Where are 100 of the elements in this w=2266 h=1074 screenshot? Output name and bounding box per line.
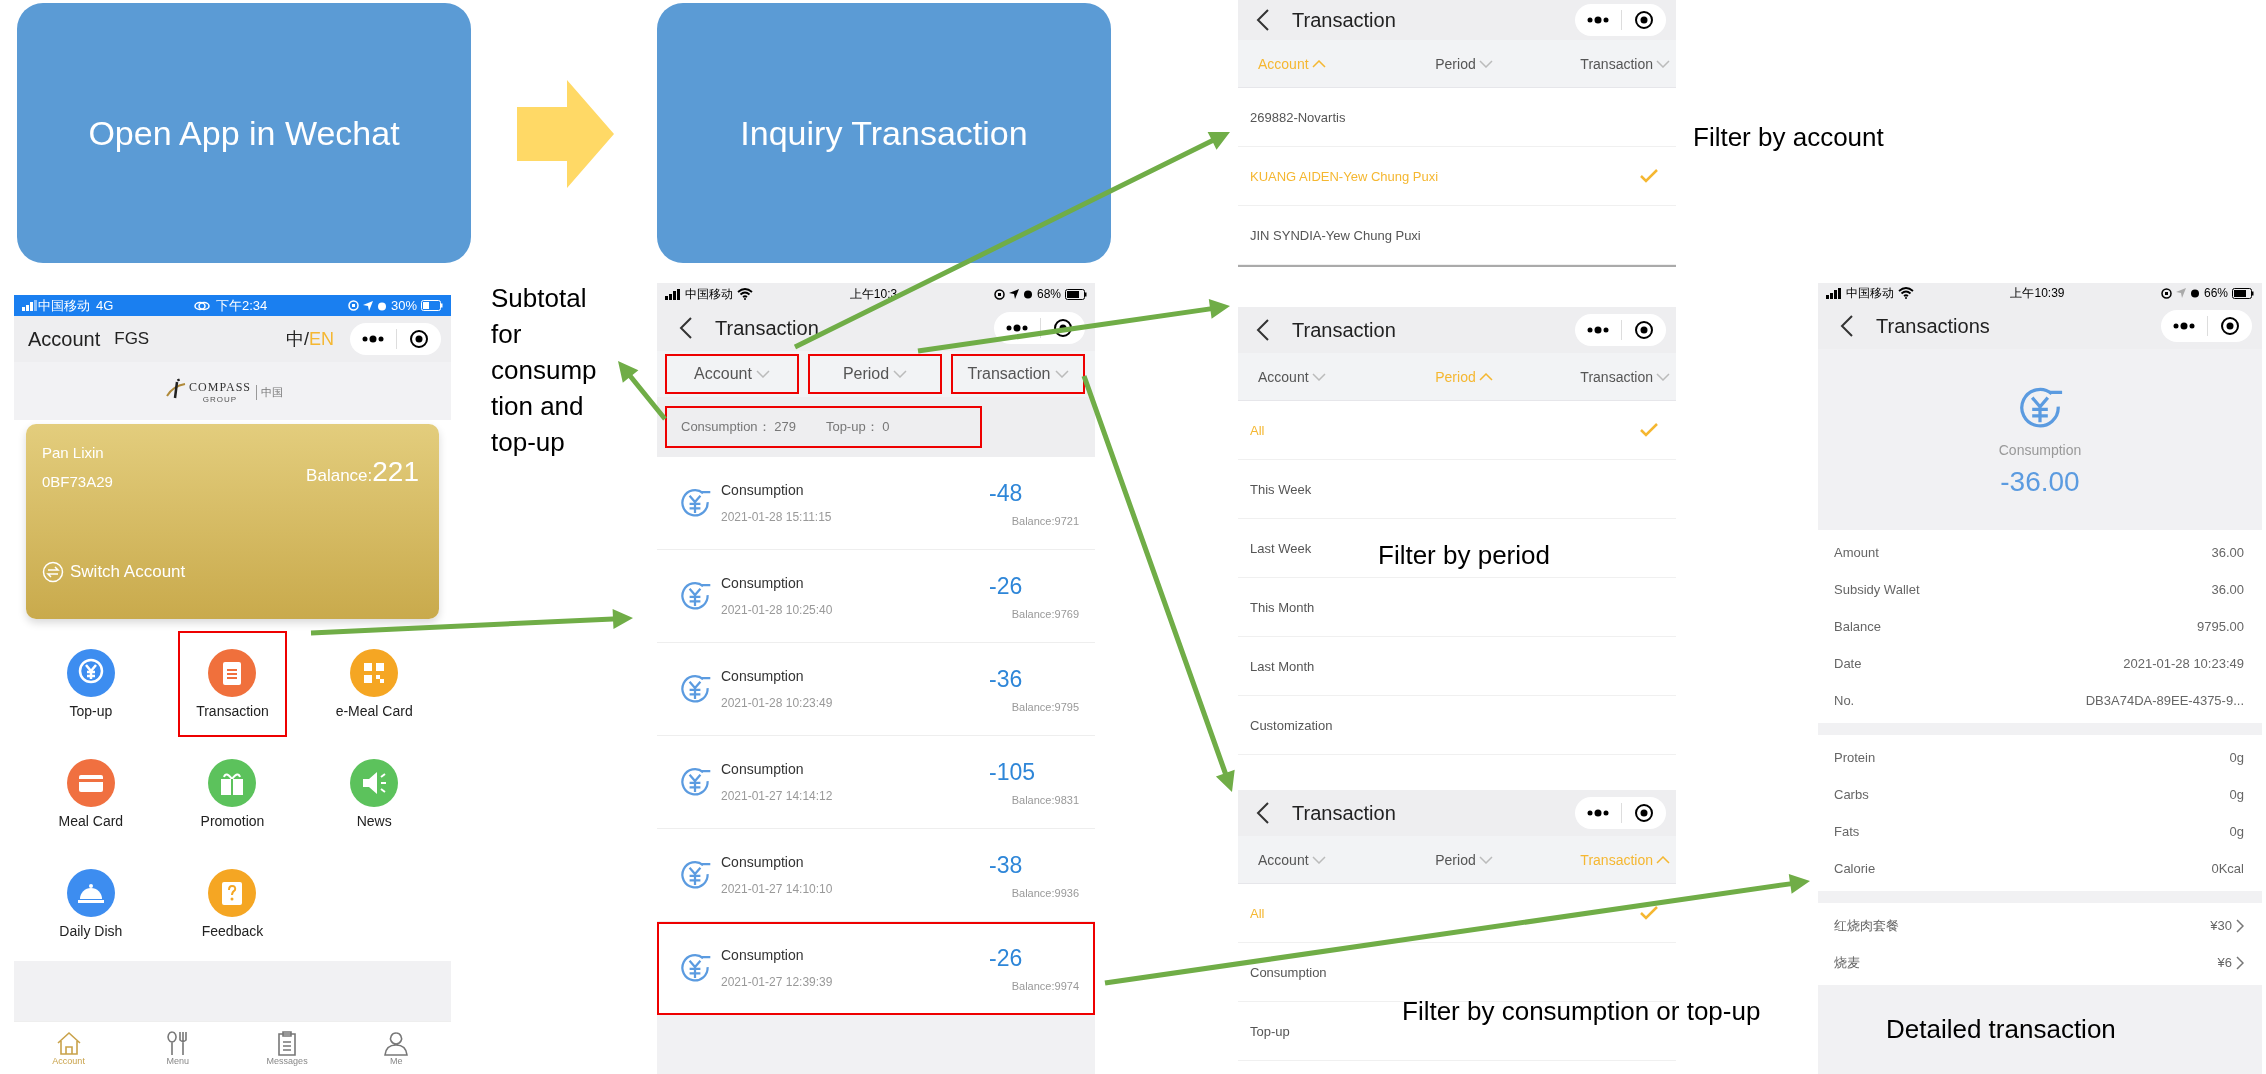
transaction-row[interactable]: Consumption 2021-01-28 10:23:49 -36 Balance:9795 (657, 643, 1095, 736)
feature-shortcut[interactable]: Meal Card (36, 741, 146, 847)
transaction-row[interactable]: Consumption 2021-01-28 15:11:15 -48 Balance:9721 (657, 457, 1095, 550)
person-icon (382, 1030, 411, 1056)
tab-bar-item[interactable]: Menu (123, 1022, 233, 1074)
alarm-icon (2189, 288, 2200, 298)
filter-tab[interactable]: Account (665, 354, 799, 394)
more-icon[interactable] (2173, 322, 2195, 330)
filter-tab[interactable]: Transaction (1532, 368, 1670, 385)
more-icon[interactable] (1006, 324, 1028, 332)
question-icon (208, 869, 257, 917)
more-icon[interactable] (1587, 326, 1609, 334)
filter-option[interactable]: This Week (1250, 481, 1312, 497)
back-icon[interactable] (679, 317, 693, 339)
transaction-row[interactable]: Consumption 2021-01-28 10:25:40 -26 Balance:9769 (657, 550, 1095, 643)
transaction-row[interactable]: Consumption 2021-01-27 12:39:39 -26 Balance:9974 (657, 922, 1095, 1015)
filter-tab[interactable]: Period (1395, 851, 1533, 868)
annotation-text: Filter by consumption or top-up (1402, 996, 1761, 1027)
more-icon[interactable] (1587, 809, 1609, 817)
tab-bar-item[interactable]: Me (341, 1022, 451, 1074)
alarm-icon (376, 300, 387, 311)
more-icon[interactable] (1587, 16, 1609, 24)
filter-tab[interactable]: Account (1258, 368, 1396, 385)
filter-tab[interactable]: Transaction (951, 354, 1085, 394)
battery-text: 30% (390, 298, 417, 313)
feature-shortcut[interactable]: News (319, 741, 429, 847)
transaction-type: Consumption (721, 947, 805, 963)
transaction-type: Consumption (721, 761, 805, 777)
feature-shortcut[interactable]: Transaction (177, 631, 288, 737)
annotation-text: Filter by account (1693, 122, 1884, 153)
feature-shortcut[interactable]: e-Meal Card (319, 631, 429, 737)
nutrition-label: Fats (1834, 824, 1860, 839)
filter-tab[interactable]: Transaction (1532, 55, 1670, 72)
feature-shortcut[interactable]: Promotion (177, 741, 288, 847)
nutrition-label: Calorie (1834, 861, 1876, 876)
page-title: Transaction (715, 316, 819, 340)
more-icon[interactable] (362, 335, 384, 343)
dish-price: ¥6 (2217, 955, 2232, 970)
annotation-text: Filter by period (1378, 540, 1550, 571)
transaction-amount: -26 (989, 944, 1023, 972)
location-icon (362, 300, 373, 311)
filter-option[interactable]: This Month (1250, 599, 1315, 615)
battery-text: 68% (1037, 287, 1061, 301)
chevron-down-icon (1054, 370, 1069, 378)
battery-icon (421, 300, 443, 311)
filter-option[interactable]: Last Month (1250, 658, 1315, 674)
back-icon[interactable] (1256, 9, 1270, 31)
back-icon[interactable] (1256, 319, 1270, 341)
transaction-type: Consumption (721, 482, 805, 498)
clock-text: 下午2:34 (216, 296, 268, 315)
consumption-subtotal: Consumption： 279 (681, 418, 796, 436)
card-number: 0BF73A29 (42, 473, 114, 490)
signal-icon (665, 288, 681, 300)
filter-tab[interactable]: Account (1258, 851, 1396, 868)
transaction-amount: -26 (989, 572, 1023, 600)
transaction-row[interactable]: Consumption 2021-01-27 14:10:10 -38 Balance:9936 (657, 829, 1095, 922)
carrier-text: 中国移动 (1846, 284, 1894, 302)
filter-option[interactable]: JIN SYNDIA-Yew Chung Puxi (1250, 227, 1421, 243)
switch-icon (42, 561, 64, 583)
filter-option[interactable]: Consumption (1250, 964, 1327, 980)
target-icon[interactable] (409, 329, 429, 349)
filter-option[interactable]: Last Week (1250, 540, 1312, 556)
target-icon[interactable] (1634, 320, 1654, 340)
chevron-down-icon (1656, 372, 1670, 381)
transaction-date: 2021-01-28 10:23:49 (721, 696, 833, 710)
filter-option[interactable]: Customization (1250, 717, 1333, 733)
feature-shortcut[interactable]: Feedback (177, 851, 288, 957)
balance-text: Balance:9769 (1011, 607, 1079, 620)
card-icon (66, 759, 115, 807)
nutrition-value: 0Kcal (2211, 861, 2244, 876)
filter-tab[interactable]: Period (1395, 55, 1533, 72)
back-icon[interactable] (1840, 315, 1854, 337)
tab-bar-item[interactable]: Messages (232, 1022, 342, 1074)
transaction-row[interactable]: Consumption 2021-01-27 14:14:12 -105 Balance:9831 (657, 736, 1095, 829)
chevron-up-icon (1311, 59, 1326, 68)
balance-text: Balance:9974 (1011, 979, 1079, 992)
dish-name: 红烧肉套餐 (1834, 916, 1899, 935)
target-icon[interactable] (2220, 316, 2240, 336)
speaker-icon (350, 759, 399, 807)
back-icon[interactable] (1256, 802, 1270, 824)
chevron-down-icon (893, 370, 908, 378)
page-title: Account (28, 327, 101, 351)
balance-text: Balance:9795 (1011, 700, 1079, 713)
filter-option[interactable]: Top-up (1250, 1023, 1290, 1039)
battery-text: 66% (2203, 286, 2228, 300)
filter-option[interactable]: 269882-Novartis (1250, 109, 1346, 125)
target-icon[interactable] (1634, 803, 1654, 823)
transaction-date: 2021-01-27 14:10:10 (721, 882, 833, 896)
chevron-right-icon[interactable] (2236, 955, 2244, 970)
detail-value: 36.00 (2211, 545, 2244, 560)
feature-shortcut[interactable]: Top-up (36, 631, 146, 737)
filter-tab[interactable]: Period (808, 354, 942, 394)
process-step: Open App in Wechat (17, 3, 471, 263)
feature-shortcut[interactable]: Daily Dish (36, 851, 146, 957)
chevron-right-icon[interactable] (2236, 918, 2244, 933)
transaction-amount: -36 (989, 665, 1023, 693)
language-option[interactable]: 中 (285, 327, 304, 351)
transaction-date: 2021-01-28 15:11:15 (721, 510, 832, 524)
transaction-type: Consumption (721, 668, 805, 684)
target-icon[interactable] (1634, 10, 1654, 30)
